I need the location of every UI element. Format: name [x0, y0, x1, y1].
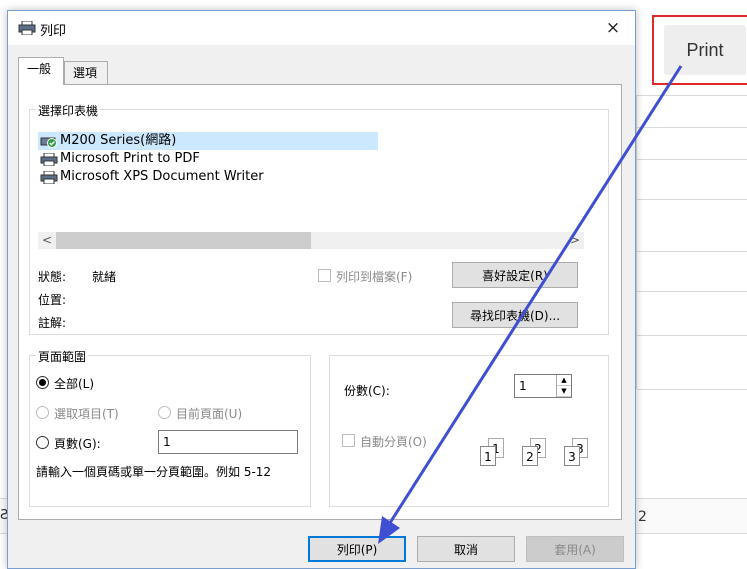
page-range-pages-radio[interactable]	[36, 436, 49, 449]
printer-icon	[40, 171, 58, 184]
printer-list[interactable]: M200 Series(網路) Microsoft Print to PDF M…	[38, 132, 578, 232]
status-value: 就緒	[92, 270, 117, 284]
page-range-selection-radio[interactable]	[36, 406, 49, 419]
print-page-button[interactable]: Print	[664, 25, 746, 75]
page-range-current-radio[interactable]	[158, 406, 171, 419]
print-to-file-label: 列印到檔案(F)	[336, 270, 413, 284]
printer-name: Microsoft Print to PDF	[60, 151, 200, 166]
dialog-titlebar[interactable]: 列印 ×	[8, 11, 635, 45]
collate-page: 3	[564, 446, 580, 466]
tab-options[interactable]: 選項	[64, 61, 108, 85]
collate-checkbox[interactable]	[342, 434, 355, 447]
cancel-button[interactable]: 取消	[417, 536, 515, 562]
scroll-left-icon[interactable]: <	[38, 232, 56, 249]
page-range-selection-label: 選取項目(T)	[54, 407, 119, 421]
spin-up-icon[interactable]: ▲	[557, 375, 571, 386]
highlight-box: Print	[652, 15, 747, 85]
copies-input[interactable]: 1 ▲ ▼	[514, 374, 572, 398]
preferences-button[interactable]: 喜好設定(R)	[452, 262, 578, 288]
collate-page: 2	[522, 446, 538, 466]
tab-general[interactable]: 一般	[18, 57, 64, 85]
copies-stepper[interactable]: ▲ ▼	[556, 375, 571, 397]
page-range-current-label: 目前頁面(U)	[176, 407, 243, 421]
apply-button[interactable]: 套用(A)	[526, 536, 624, 562]
collate-label: 自動分頁(O)	[360, 435, 427, 449]
page-range-all-label: 全部(L)	[54, 377, 95, 391]
background-table	[636, 95, 747, 390]
print-button[interactable]: 列印(P)	[308, 536, 406, 562]
tab-panel-general: 選擇印表機 M200 Series(網路) Microsoft Print to…	[18, 84, 622, 520]
copies-label: 份數(C):	[344, 384, 390, 398]
page-range-hint: 請輸入一個頁碼或單一分頁範圍。例如 5-12	[36, 465, 272, 479]
page-range-pages-label: 頁數(G):	[54, 437, 101, 451]
comment-label: 註解:	[38, 316, 67, 330]
find-printer-button[interactable]: 尋找印表機(D)...	[452, 302, 578, 328]
scroll-right-icon[interactable]: >	[566, 232, 584, 249]
printer-name: M200 Series(網路)	[60, 133, 177, 148]
printer-icon	[40, 153, 58, 166]
printer-item[interactable]: Microsoft Print to PDF	[38, 150, 200, 168]
page-range-legend: 頁面範圍	[36, 348, 89, 365]
printer-group-legend: 選擇印表機	[36, 102, 101, 119]
close-icon[interactable]: ×	[601, 17, 625, 39]
printer-name: Microsoft XPS Document Writer	[60, 169, 264, 184]
copies-value: 1	[519, 379, 527, 393]
pages-input[interactable]: 1	[158, 430, 298, 454]
collate-page: 1	[480, 446, 496, 466]
print-dialog: 列印 × 一般 選項 選擇印表機 M200 Series(網路) Microso…	[7, 10, 636, 569]
status-label: 狀態:	[38, 270, 67, 284]
network-printer-default-icon	[40, 137, 57, 148]
location-label: 位置:	[38, 293, 67, 307]
printer-list-scrollbar[interactable]: < >	[38, 232, 584, 249]
printer-item[interactable]: Microsoft XPS Document Writer	[38, 168, 264, 186]
background-cell-text: 2	[638, 509, 647, 525]
print-to-file-checkbox[interactable]	[318, 269, 331, 282]
page-range-all-radio[interactable]	[36, 376, 49, 389]
page-range-group: 頁面範圍 全部(L) 選取項目(T) 目前頁面(U) 頁數(G): 1 請輸入一…	[29, 348, 311, 507]
printer-item[interactable]: M200 Series(網路)	[38, 132, 378, 150]
scrollbar-thumb[interactable]	[56, 232, 311, 249]
spin-down-icon[interactable]: ▼	[557, 386, 571, 397]
printer-group: 選擇印表機 M200 Series(網路) Microsoft Print to…	[29, 102, 609, 335]
copies-group: 份數(C): 1 ▲ ▼ 自動分頁(O) 1 1 2 2 3 3	[329, 355, 609, 507]
dialog-title: 列印	[40, 24, 67, 39]
printer-icon	[18, 21, 36, 35]
